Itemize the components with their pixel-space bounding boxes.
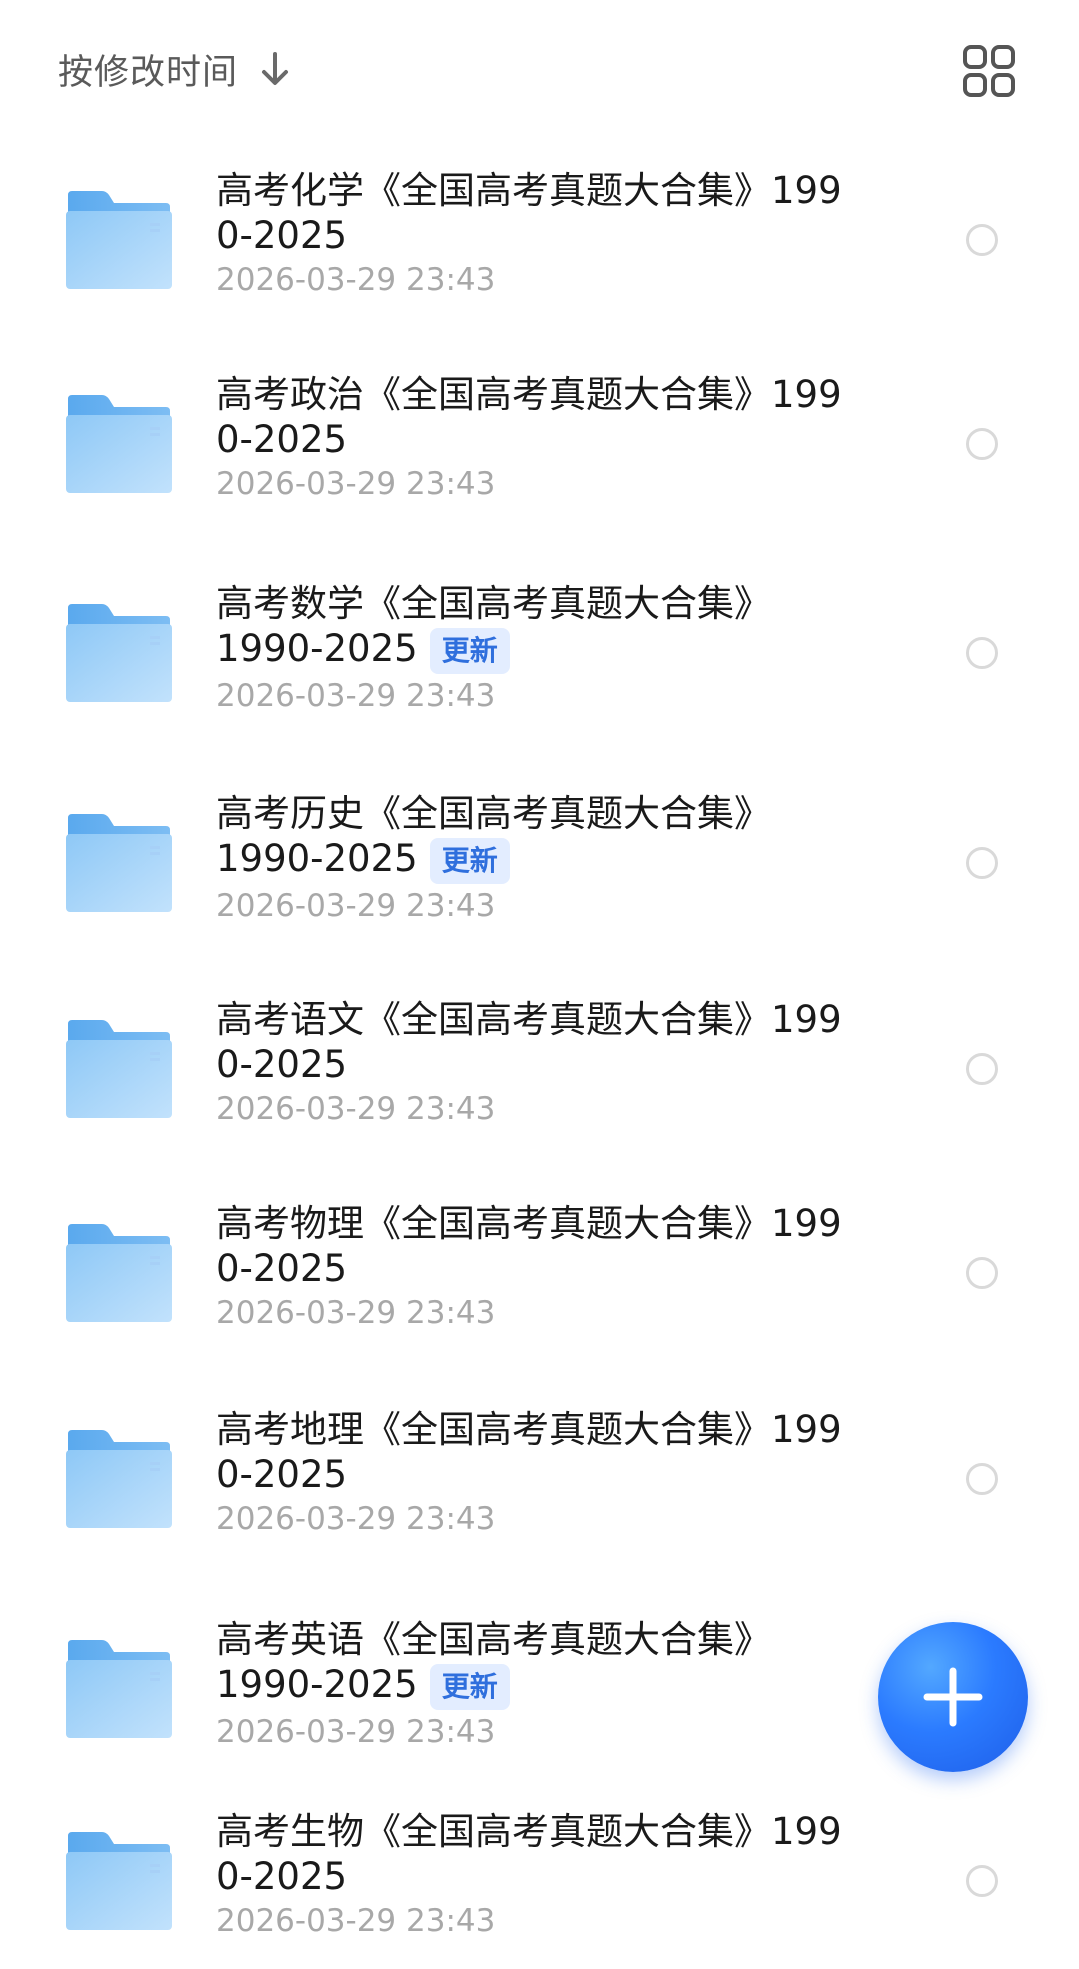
file-name-text: 高考化学《全国高考真题大合集》1990-2025 [216, 169, 842, 257]
update-badge: 更新 [429, 837, 510, 884]
sort-by-modified-time-button[interactable]: 按修改时间 [58, 44, 292, 94]
file-text: 高考政治《全国高考真题大合集》1990-2025 2026-03-29 23:43 [216, 372, 856, 504]
file-modified-date: 2026-03-29 23:43 [216, 887, 496, 924]
file-modified-date: 2026-03-29 23:43 [216, 1295, 496, 1331]
file-name-text: 高考语文《全国高考真题大合集》1990-2025 [216, 998, 842, 1086]
top-bar: 按修改时间 [0, 0, 1079, 130]
file-row[interactable]: 高考物理《全国高考真题大合集》1990-2025 2026-03-29 23:43 [0, 1173, 1079, 1377]
grid-view-icon[interactable] [962, 44, 1016, 98]
file-text: 高考生物《全国高考真题大合集》1990-2025 2026-03-29 23:43 [216, 1809, 856, 1941]
folder-icon [64, 1830, 174, 1932]
file-modified-date: 2026-03-29 23:43 [216, 1903, 496, 1939]
file-row[interactable]: 高考地理《全国高考真题大合集》1990-2025 2026-03-29 23:43 [0, 1377, 1079, 1585]
select-checkbox[interactable] [966, 1053, 998, 1085]
arrow-down-icon [258, 49, 292, 89]
folder-icon [64, 1428, 174, 1530]
file-name: 高考生物《全国高考真题大合集》1990-2025 [216, 1809, 856, 1899]
select-checkbox[interactable] [966, 224, 998, 256]
folder-icon [64, 602, 174, 704]
file-text: 高考地理《全国高考真题大合集》1990-2025 2026-03-29 23:43 [216, 1407, 856, 1539]
file-row[interactable]: 高考语文《全国高考真题大合集》1990-2025 2026-03-29 23:43 [0, 969, 1079, 1173]
file-row[interactable]: 高考数学《全国高考真题大合集》1990-2025 更新 2026-03-29 23:… [0, 548, 1079, 761]
file-modified-date: 2026-03-29 23:43 [216, 1713, 496, 1750]
file-row[interactable]: 高考化学《全国高考真题大合集》1990-2025 2026-03-29 23:43 [0, 140, 1079, 344]
select-checkbox[interactable] [966, 1463, 998, 1495]
folder-icon [64, 1018, 174, 1120]
file-name-text: 高考生物《全国高考真题大合集》1990-2025 [216, 1810, 842, 1898]
file-name: 高考英语《全国高考真题大合集》1990-2025 更新 [216, 1617, 776, 1710]
file-name-text: 高考物理《全国高考真题大合集》1990-2025 [216, 1202, 842, 1290]
sort-label: 按修改时间 [58, 52, 239, 93]
file-name: 高考化学《全国高考真题大合集》1990-2025 [216, 168, 856, 258]
file-text: 高考历史《全国高考真题大合集》1990-2025 更新 2026-03-29 23:… [216, 791, 856, 926]
file-name: 高考物理《全国高考真题大合集》1990-2025 [216, 1201, 856, 1291]
file-row[interactable]: 高考历史《全国高考真题大合集》1990-2025 更新 2026-03-29 23:… [0, 761, 1079, 969]
file-text: 高考物理《全国高考真题大合集》1990-2025 2026-03-29 23:43 [216, 1201, 856, 1333]
file-name: 高考语文《全国高考真题大合集》1990-2025 [216, 997, 856, 1087]
folder-icon [64, 1222, 174, 1324]
file-modified-date: 2026-03-29 23:43 [216, 1091, 496, 1127]
add-button[interactable] [878, 1622, 1028, 1772]
file-browser-screen: 按修改时间 高考化学《全国高考真题大合集》1990-2025 2026-03-29… [0, 0, 1079, 1969]
file-name: 高考地理《全国高考真题大合集》1990-2025 [216, 1407, 856, 1497]
folder-icon [64, 812, 174, 914]
file-name: 高考政治《全国高考真题大合集》1990-2025 [216, 372, 856, 462]
file-name: 高考历史《全国高考真题大合集》1990-2025 更新 [216, 791, 776, 884]
file-modified-date: 2026-03-29 23:43 [216, 262, 496, 298]
file-text: 高考英语《全国高考真题大合集》1990-2025 更新 2026-03-29 23:… [216, 1617, 856, 1752]
select-checkbox[interactable] [966, 847, 998, 879]
file-text: 高考语文《全国高考真题大合集》1990-2025 2026-03-29 23:43 [216, 997, 856, 1129]
file-name-text: 高考地理《全国高考真题大合集》1990-2025 [216, 1408, 842, 1496]
file-row[interactable]: 高考生物《全国高考真题大合集》1990-2025 2026-03-29 23:43 [0, 1797, 1079, 1969]
folder-icon [64, 1638, 174, 1740]
select-checkbox[interactable] [966, 428, 998, 460]
file-text: 高考数学《全国高考真题大合集》1990-2025 更新 2026-03-29 23:… [216, 581, 856, 716]
select-checkbox[interactable] [966, 1865, 998, 1897]
file-text: 高考化学《全国高考真题大合集》1990-2025 2026-03-29 23:43 [216, 168, 856, 300]
file-modified-date: 2026-03-29 23:43 [216, 466, 496, 502]
update-badge: 更新 [429, 627, 510, 674]
folder-icon [64, 393, 174, 495]
file-row[interactable]: 高考政治《全国高考真题大合集》1990-2025 2026-03-29 23:43 [0, 344, 1079, 548]
file-modified-date: 2026-03-29 23:43 [216, 677, 496, 714]
update-badge: 更新 [429, 1663, 510, 1710]
file-modified-date: 2026-03-29 23:43 [216, 1501, 496, 1537]
select-checkbox[interactable] [966, 637, 998, 669]
folder-icon [64, 189, 174, 291]
select-checkbox[interactable] [966, 1257, 998, 1289]
file-name-text: 高考政治《全国高考真题大合集》1990-2025 [216, 373, 842, 461]
plus-icon [923, 1667, 983, 1727]
file-name: 高考数学《全国高考真题大合集》1990-2025 更新 [216, 581, 776, 674]
